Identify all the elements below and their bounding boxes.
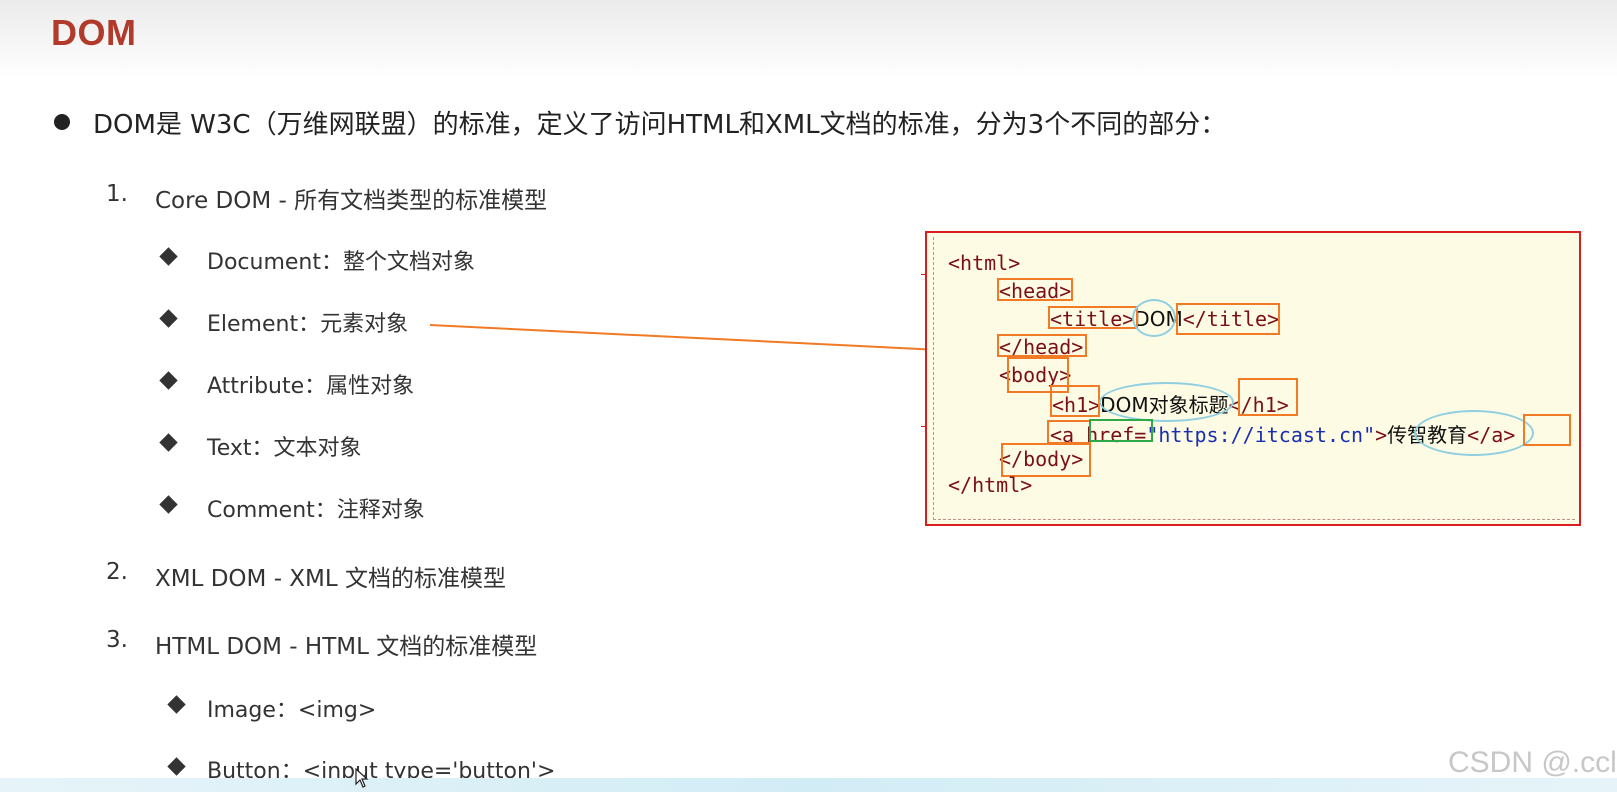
tag-highlight-box <box>1523 414 1571 446</box>
tag-highlight-box <box>1050 385 1100 417</box>
slide-title: DOM <box>51 12 137 53</box>
a-gt: > <box>1375 423 1388 447</box>
diamond-bullet-icon <box>159 495 178 514</box>
item-attribute: Attribute：属性对象 <box>207 374 415 399</box>
diamond-bullet-icon <box>167 695 186 714</box>
diamond-bullet-icon <box>159 371 178 390</box>
bullet-dot-icon <box>54 114 70 130</box>
code-line-html-close: </html> <box>948 473 1033 497</box>
intro-text: DOM是 W3C（万维网联盟）的标准，定义了访问HTML和XML文档的标准，分为… <box>93 110 1227 140</box>
item-comment: Comment：注释对象 <box>207 498 425 523</box>
tag-highlight-box <box>1048 306 1138 329</box>
attr-highlight-box <box>1089 419 1153 442</box>
item-document: Document：整个文档对象 <box>207 250 475 275</box>
header-band <box>0 0 1617 78</box>
section-3-label: HTML DOM - HTML 文档的标准模型 <box>155 634 538 660</box>
text-highlight-ellipse <box>1414 410 1534 456</box>
item-element: Element：元素对象 <box>207 312 409 337</box>
section-2-label: XML DOM - XML 文档的标准模型 <box>155 566 507 592</box>
item-text: Text：文本对象 <box>207 436 362 461</box>
bottom-decoration <box>0 778 1617 792</box>
code-line-html-open: <html> <box>948 251 1021 275</box>
mouse-cursor-icon <box>355 767 369 792</box>
connector-line <box>429 324 995 354</box>
text-highlight-ellipse <box>1132 299 1176 337</box>
tag-highlight-box <box>997 278 1073 301</box>
diamond-bullet-icon <box>159 309 178 328</box>
tag-highlight-box <box>1238 378 1298 416</box>
tag-highlight-box <box>1176 303 1280 335</box>
tag-highlight-box <box>1001 443 1091 477</box>
diamond-bullet-icon <box>159 247 178 266</box>
section-1-number: 1. <box>106 181 128 207</box>
section-1-label: Core DOM - 所有文档类型的标准模型 <box>155 188 548 214</box>
tag-highlight-box <box>1047 420 1091 444</box>
watermark: CSDN @.ccl <box>1448 746 1617 779</box>
section-3-number: 3. <box>106 627 128 653</box>
diamond-bullet-icon <box>167 757 186 776</box>
a-href-value: "https://itcast.cn" <box>1146 423 1376 447</box>
text-highlight-ellipse <box>1099 382 1234 422</box>
tag-highlight-box <box>997 334 1087 357</box>
diamond-bullet-icon <box>159 433 178 452</box>
item-image: Image：<img> <box>207 698 377 723</box>
section-2-number: 2. <box>106 559 128 585</box>
html-code-panel: <html> <head> <title>DOM</title> </head>… <box>925 231 1581 526</box>
